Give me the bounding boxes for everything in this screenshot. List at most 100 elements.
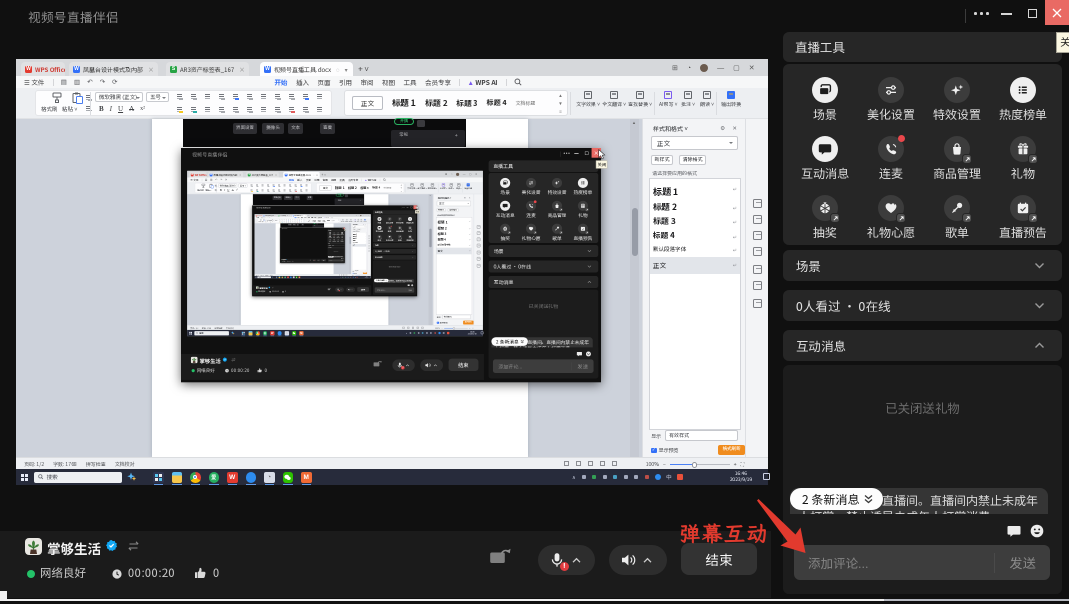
comment-mode-icon[interactable] xyxy=(408,284,410,286)
taskbar-wechat-icon[interactable] xyxy=(283,472,294,483)
taskbar-gray-icon[interactable]: ◔ xyxy=(293,276,295,278)
taskbar-chrome-icon[interactable] xyxy=(190,472,201,483)
new-tab-icon[interactable]: + ˅ xyxy=(358,64,369,75)
gallery-scroll-icons[interactable]: ▲▼≡ xyxy=(400,184,403,193)
document-scrollbar[interactable]: ▲ xyxy=(630,119,639,457)
notification-icon[interactable] xyxy=(763,473,770,480)
tool-gifts[interactable]: 礼物 xyxy=(990,136,1056,195)
menu-view[interactable]: 视图 xyxy=(382,77,395,87)
taskbar-wps-icon[interactable]: W xyxy=(270,331,274,335)
taskbar-qq-icon[interactable] xyxy=(290,276,292,278)
ribbon-group-export[interactable]: 输出转换 xyxy=(363,219,366,222)
new-messages-pill[interactable]: 2 条新消息 xyxy=(374,279,388,282)
style-doc-title[interactable]: 文档标题 xyxy=(383,187,391,190)
pane-show-combo[interactable]: 有效样式 xyxy=(665,430,738,441)
system-tray[interactable]: ∧中 xyxy=(572,473,683,481)
speaker-button[interactable] xyxy=(609,545,667,575)
new-tab-icon[interactable]: + ˅ xyxy=(322,173,326,177)
start-button[interactable] xyxy=(255,277,256,278)
style-h2[interactable]: 标题 2 xyxy=(425,98,448,109)
maximize-icon[interactable] xyxy=(1028,9,1037,18)
send-button[interactable]: 发送 xyxy=(994,553,1050,573)
style-h1[interactable]: 标题 1 xyxy=(392,97,416,109)
send-button[interactable]: 发送 xyxy=(340,260,343,261)
tool-ranking[interactable]: 热度榜单 xyxy=(405,217,415,226)
gallery-scroll-icons[interactable]: ▲▼≡ xyxy=(557,93,564,115)
style-h2[interactable]: 标题 2 xyxy=(318,220,321,222)
menu-tools[interactable]: 工具 xyxy=(403,77,416,87)
comment-input[interactable]: 添加评论... xyxy=(794,553,994,572)
taskbar-wps-icon[interactable]: W xyxy=(287,276,289,278)
style-h3[interactable]: 标题 3 xyxy=(457,98,478,109)
style-h4[interactable]: 标题 4 xyxy=(487,98,507,108)
more-menu-icon[interactable] xyxy=(564,153,571,154)
end-stream-button[interactable]: 结束 xyxy=(681,543,757,575)
font-size-combo[interactable]: 五号 xyxy=(146,92,169,102)
tool-scenes[interactable]: 场景 xyxy=(792,77,858,136)
wps-sheet-tab[interactable]: SAR3资产标签表_16733.xlsx× xyxy=(166,62,249,76)
minimize-icon[interactable] xyxy=(574,153,578,154)
taskbar-m-icon[interactable]: M xyxy=(301,472,312,483)
font-style-buttons[interactable]: BIUAx² xyxy=(99,105,145,113)
taskbar-chrome-icon[interactable] xyxy=(281,276,283,278)
tool-effects[interactable]: 特效设置 xyxy=(924,77,990,136)
wps-window-controls[interactable]: ⊞◔—▢✕ xyxy=(445,172,477,176)
ribbon-group-comment[interactable]: 批注 ˅ xyxy=(681,91,695,108)
share-screen-icon[interactable] xyxy=(373,361,382,368)
view-mode-icons[interactable] xyxy=(403,327,424,329)
comment-mode-icon[interactable] xyxy=(1007,524,1021,538)
tool-playlist[interactable]: 歌单 xyxy=(924,195,990,254)
taskbar-gray-icon[interactable]: ◔ xyxy=(285,331,289,335)
section-scene[interactable]: 场景 xyxy=(373,243,416,248)
tool-products[interactable]: 商品管理 xyxy=(544,201,570,224)
tool-lottery[interactable]: 抽奖 xyxy=(792,195,858,254)
speaker-caret-icon[interactable] xyxy=(351,289,352,290)
share-screen-icon[interactable] xyxy=(489,548,513,566)
mic-caret-icon[interactable] xyxy=(572,556,581,565)
new-messages-pill[interactable]: 2 条新消息 xyxy=(328,256,334,257)
minimize-icon[interactable] xyxy=(1001,13,1012,15)
section-viewers[interactable]: 0人看过 · 0在线 xyxy=(783,290,1062,321)
tool-co-stream[interactable]: 连麦 xyxy=(858,136,924,195)
tool-co-stream[interactable]: 连麦 xyxy=(385,226,395,235)
close-button[interactable] xyxy=(1045,0,1069,25)
view-mode-icons[interactable] xyxy=(564,461,617,466)
taskbar-green-icon[interactable]: 爱 xyxy=(263,331,267,335)
mic-button[interactable]: ! xyxy=(538,545,595,575)
notification-icon[interactable] xyxy=(481,331,484,334)
tool-interaction-messages[interactable]: 互动消息 xyxy=(792,136,858,195)
taskbar-qq-icon[interactable] xyxy=(246,472,257,483)
section-viewers[interactable]: 0人看过 · 0在线 xyxy=(373,249,416,254)
ribbon-group-export[interactable]: 输出转换 xyxy=(721,91,741,108)
style-normal[interactable]: 正文 xyxy=(352,96,383,110)
emoji-icon[interactable] xyxy=(411,284,413,286)
mic-caret-icon[interactable] xyxy=(315,260,316,261)
section-viewers[interactable]: 0人看过 · 0在线 xyxy=(489,260,599,272)
share-screen-icon[interactable] xyxy=(328,288,332,291)
pane-close-icons[interactable]: ⚙ ✕ xyxy=(464,196,472,199)
taskbar-apps[interactable]: 爱 W ◔ M xyxy=(276,276,300,278)
end-stream-button[interactable]: 结束 xyxy=(449,359,479,371)
section-interaction-messages[interactable]: 互动消息 xyxy=(489,276,599,288)
taskbar-m-icon[interactable]: M xyxy=(299,331,303,335)
copilot-icon[interactable] xyxy=(272,276,273,277)
taskbar-apps[interactable]: 爱 W ◔ M xyxy=(241,331,303,335)
taskbar-green-icon[interactable]: 爱 xyxy=(284,276,286,278)
section-scene[interactable]: 场景 xyxy=(783,250,1062,281)
ribbon-group-comment[interactable]: 批注 ˅ xyxy=(357,219,359,222)
tool-live-preview[interactable]: 直播预告 xyxy=(990,195,1056,254)
tool-products[interactable]: 商品管理 xyxy=(924,136,990,195)
clear-format-button[interactable]: 清除格式 xyxy=(448,208,459,212)
paste-label[interactable]: 粘贴 ˅ xyxy=(205,189,211,192)
pane-close-icons[interactable]: ⚙ ✕ xyxy=(720,124,740,132)
speaker-caret-icon[interactable] xyxy=(434,363,438,366)
more-menu-icon[interactable] xyxy=(974,12,992,15)
new-messages-pill[interactable]: 2 条新消息 xyxy=(491,337,528,346)
style-h1[interactable]: 标题 1 xyxy=(313,220,317,222)
system-tray[interactable]: ∧中 xyxy=(340,277,357,278)
taskbar-wechat-icon[interactable] xyxy=(296,276,298,278)
comment-input[interactable]: 添加评论... xyxy=(328,260,340,261)
new-style-button[interactable]: 新样式 xyxy=(437,208,446,212)
font-style-buttons[interactable]: BIUAx² xyxy=(267,221,274,222)
ribbon-group-export[interactable]: 输出转换 xyxy=(464,183,472,190)
